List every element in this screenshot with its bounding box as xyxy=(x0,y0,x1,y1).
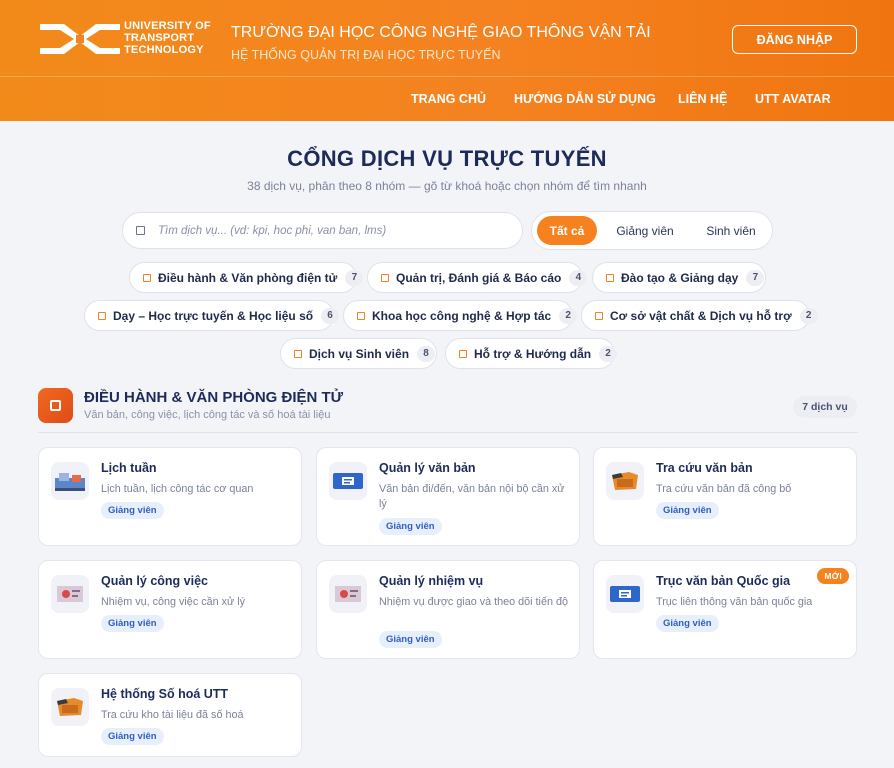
document-icon xyxy=(606,575,644,613)
category-chip[interactable]: Điều hành & Văn phòng điện tử 7 xyxy=(129,262,364,293)
filter-student[interactable]: Sinh viên xyxy=(692,216,770,245)
square-icon xyxy=(143,273,151,282)
card-description: Nhiệm vụ được giao và theo dõi tiến độ xyxy=(379,596,568,608)
category-count: 8 xyxy=(417,345,436,362)
filter-all[interactable]: Tất cả xyxy=(537,216,597,245)
card-title: Trục văn bản Quốc gia xyxy=(656,574,791,588)
folder-icon xyxy=(606,462,644,500)
new-badge: MỚI xyxy=(817,568,849,584)
section-square-icon xyxy=(38,388,73,423)
category-chip[interactable]: Dịch vụ Sinh viên 8 xyxy=(280,338,437,369)
card-title: Tra cứu văn bản xyxy=(656,461,753,475)
category-count: 4 xyxy=(569,269,588,286)
category-count: 7 xyxy=(746,269,765,286)
service-card-document-lookup[interactable]: Tra cứu văn bản Tra cứu văn bản đã công … xyxy=(593,447,857,546)
section-divider xyxy=(38,432,858,433)
card-title: Quản lý nhiệm vụ xyxy=(379,574,484,588)
square-icon xyxy=(606,273,614,282)
square-icon xyxy=(294,349,302,358)
category-chip[interactable]: Khoa học công nghệ & Hợp tác 2 xyxy=(343,300,578,331)
search-input[interactable]: Tìm dịch vụ... (vd: kpi, hoc phi, van ba… xyxy=(122,212,523,249)
category-count: 2 xyxy=(559,307,578,324)
search-placeholder: Tìm dịch vụ... (vd: kpi, hoc phi, van ba… xyxy=(158,224,387,237)
section-subtitle: Văn bản, công việc, lịch công tác và số … xyxy=(84,409,331,421)
square-icon xyxy=(459,349,467,358)
filter-lecturer[interactable]: Giảng viên xyxy=(606,216,684,245)
category-chip[interactable]: Hỗ trợ & Hướng dẫn 2 xyxy=(445,338,618,369)
card-title: Quản lý công việc xyxy=(101,574,208,588)
card-title: Lịch tuần xyxy=(101,461,157,475)
role-tag: Giảng viên xyxy=(379,518,442,535)
service-card-national-document-axis[interactable]: Trục văn bản Quốc gia Trục liên thông vă… xyxy=(593,560,857,659)
search-icon xyxy=(136,226,145,235)
nav-user-guide[interactable]: HƯỚNG DẪN SỬ DỤNG xyxy=(514,92,656,108)
category-label: Quản trị, Đánh giá & Báo cáo xyxy=(396,270,562,285)
card-title: Hệ thống Số hoá UTT xyxy=(101,687,229,701)
category-chip[interactable]: Đào tạo & Giảng dạy 7 xyxy=(592,262,766,293)
category-count: 2 xyxy=(599,345,618,362)
section-count-badge: 7 dịch vụ xyxy=(793,396,857,418)
category-count: 7 xyxy=(345,269,364,286)
university-name: TRƯỜNG ĐẠI HỌC CÔNG NGHỆ GIAO THÔNG VẬN … xyxy=(231,24,651,41)
role-tag: Giảng viên xyxy=(101,502,164,519)
utt-logo-icon[interactable] xyxy=(40,18,120,60)
card-description: Nhiệm vụ, công việc cần xử lý xyxy=(101,596,246,608)
audience-filter: Tất cả Giảng viên Sinh viên xyxy=(531,211,773,250)
category-label: Dạy – Học trực tuyến & Học liệu số xyxy=(113,308,314,323)
role-tag: Giảng viên xyxy=(656,502,719,519)
system-name: HỆ THỐNG QUẢN TRỊ ĐẠI HỌC TRỰC TUYẾN xyxy=(231,48,501,62)
header-divider xyxy=(0,76,894,77)
card-title: Quản lý văn bản xyxy=(379,461,476,475)
service-card-utt-digitization[interactable]: Hệ thống Số hoá UTT Tra cứu kho tài liệu… xyxy=(38,673,302,757)
category-label: Cơ sở vật chất & Dịch vụ hỗ trợ xyxy=(610,308,792,323)
category-label: Dịch vụ Sinh viên xyxy=(309,346,410,361)
square-icon xyxy=(595,311,603,320)
nav-home[interactable]: TRANG CHỦ xyxy=(411,92,486,108)
category-chip[interactable]: Cơ sở vật chất & Dịch vụ hỗ trợ 2 xyxy=(581,300,818,331)
category-count: 2 xyxy=(799,307,818,324)
category-count: 6 xyxy=(321,307,340,324)
task-icon xyxy=(329,575,367,613)
section-title: ĐIỀU HÀNH & VĂN PHÒNG ĐIỆN TỬ xyxy=(84,389,344,406)
service-card-weekly-schedule[interactable]: Lịch tuần Lịch tuần, lịch công tác cơ qu… xyxy=(38,447,302,546)
role-tag: Giảng viên xyxy=(101,728,164,745)
square-icon xyxy=(381,273,389,282)
category-label: Đào tạo & Giảng dạy xyxy=(621,270,739,285)
calendar-icon xyxy=(51,462,89,500)
card-description: Lịch tuần, lịch công tác cơ quan xyxy=(101,483,254,495)
service-card-task-management[interactable]: Quản lý nhiệm vụ Nhiệm vụ được giao và t… xyxy=(316,560,580,659)
login-button[interactable]: ĐĂNG NHẬP xyxy=(732,25,857,54)
brand-line: TRANSPORT xyxy=(124,32,195,44)
card-description: Văn bản đi/đến, văn bản nội bộ cần xử lý xyxy=(379,483,565,510)
card-description: Tra cứu văn bản đã công bố xyxy=(656,483,792,495)
service-card-document-management[interactable]: Quản lý văn bản Văn bản đi/đến, văn bản … xyxy=(316,447,580,546)
folder-icon xyxy=(51,688,89,726)
task-icon xyxy=(51,575,89,613)
site-header: UNIVERSITY OF TRANSPORT TECHNOLOGY TRƯỜN… xyxy=(0,0,894,121)
category-label: Điều hành & Văn phòng điện tử xyxy=(158,270,338,285)
document-icon xyxy=(329,462,367,500)
role-tag: Giảng viên xyxy=(379,631,442,648)
card-description: Trục liên thông văn bản quốc gia xyxy=(656,596,813,608)
nav-contact[interactable]: LIÊN HỆ xyxy=(678,92,727,108)
brand-line: TECHNOLOGY xyxy=(124,44,204,56)
brand-wordmark: UNIVERSITY OF TRANSPORT TECHNOLOGY xyxy=(124,20,211,56)
role-tag: Giảng viên xyxy=(656,615,719,632)
category-label: Khoa học công nghệ & Hợp tác xyxy=(372,308,552,323)
category-chip[interactable]: Dạy – Học trực tuyến & Học liệu số 6 xyxy=(84,300,340,331)
category-label: Hỗ trợ & Hướng dẫn xyxy=(474,346,592,361)
category-chip[interactable]: Quản trị, Đánh giá & Báo cáo 4 xyxy=(367,262,588,293)
role-tag: Giảng viên xyxy=(101,615,164,632)
square-icon xyxy=(357,311,365,320)
square-icon xyxy=(98,311,106,320)
service-card-work-management[interactable]: Quản lý công việc Nhiệm vụ, công việc cầ… xyxy=(38,560,302,659)
card-description: Tra cứu kho tài liệu đã số hoá xyxy=(101,709,244,721)
brand-line: UNIVERSITY OF xyxy=(124,20,211,32)
page-title: CỔNG DỊCH VỤ TRỰC TUYẾN xyxy=(287,146,607,171)
page-subtitle: 38 dịch vụ, phân theo 8 nhóm — gõ từ kho… xyxy=(247,179,647,193)
nav-utt-avatar[interactable]: UTT AVATAR xyxy=(755,92,831,108)
